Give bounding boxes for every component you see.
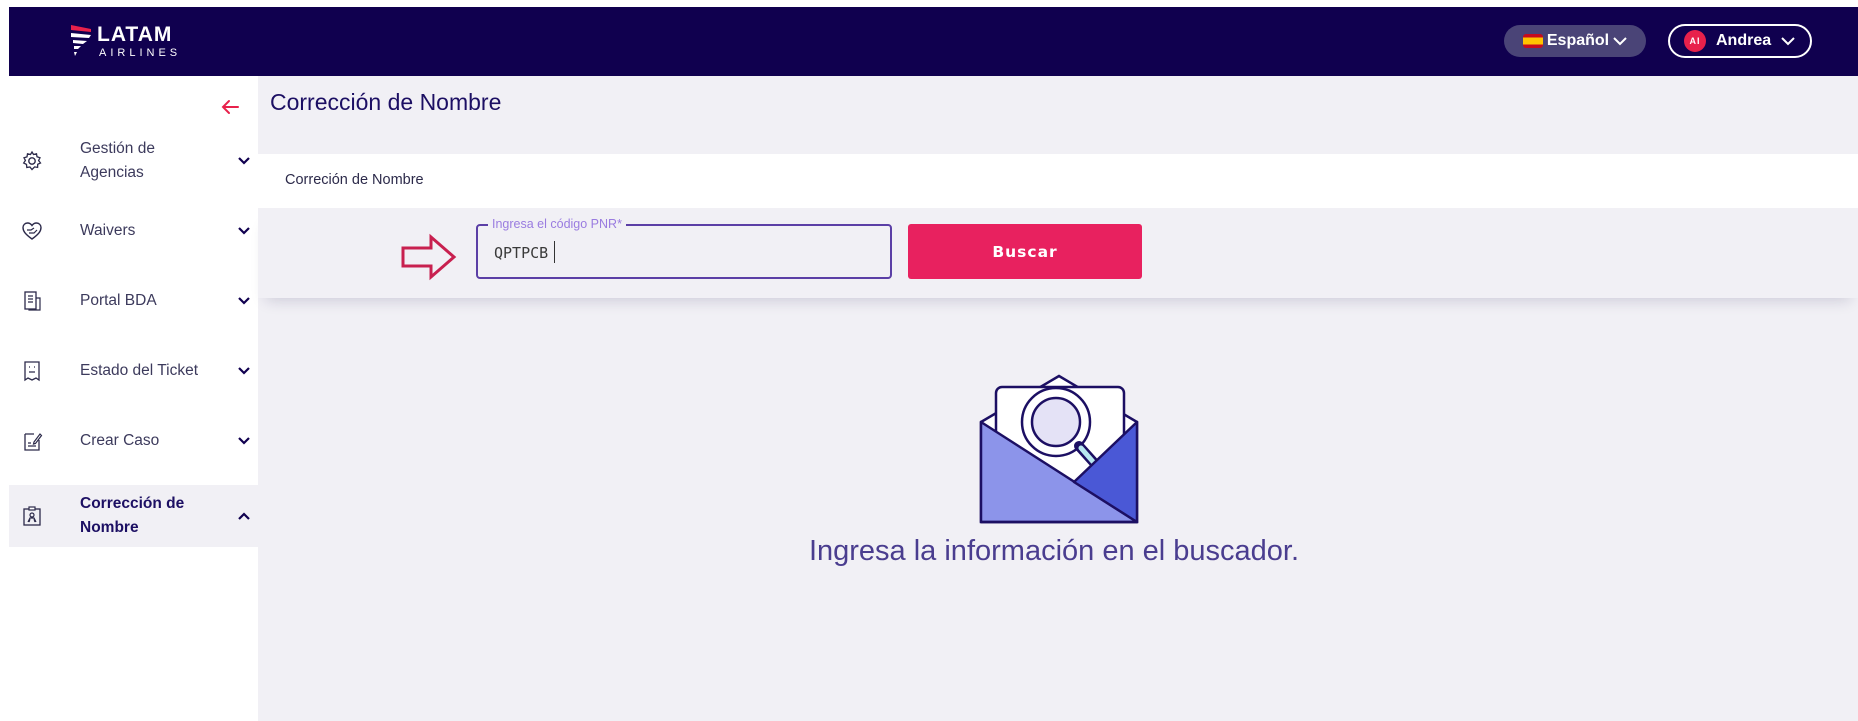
app-window: LATAM AIRLINES Español AI Andrea Gestión…	[9, 7, 1858, 721]
chevron-up-icon	[238, 512, 250, 520]
sidebar-item-label: Gestión de Agencias	[80, 140, 155, 181]
chevron-down-icon	[238, 297, 250, 305]
badge-person-icon	[23, 506, 41, 526]
logo-sub-text: AIRLINES	[99, 47, 182, 59]
page-title: Corrección de Nombre	[270, 89, 502, 115]
sidebar-item-label: Corrección de Nombre	[80, 495, 185, 536]
document-list-icon	[24, 291, 41, 311]
annotation-arrow-icon	[401, 233, 457, 281]
sidebar-item-label: Waivers	[80, 222, 136, 239]
logo-brand-text: LATAM	[97, 23, 173, 46]
sidebar-item-estado-ticket[interactable]: Estado del Ticket	[9, 340, 258, 402]
sidebar-item-portal-bda[interactable]: Portal BDA	[9, 270, 258, 332]
sidebar-item-correccion-nombre[interactable]: Corrección de Nombre	[9, 485, 258, 547]
empty-state-message: Ingresa la información en el buscador.	[808, 535, 1300, 567]
latam-logo-icon	[71, 25, 91, 56]
sidebar: Gestión de Agencias Waivers Portal BDA E…	[9, 76, 258, 721]
chevron-down-icon	[238, 157, 250, 165]
language-selector[interactable]: Español	[1504, 25, 1646, 57]
top-bar: LATAM AIRLINES Español AI Andrea	[9, 7, 1858, 76]
sidebar-item-label: Crear Caso	[80, 432, 160, 449]
pnr-field-label: Ingresa el código PNR*	[488, 217, 626, 231]
collapse-sidebar-arrow-icon[interactable]	[219, 96, 241, 118]
chevron-down-icon	[1613, 37, 1627, 46]
breadcrumb: Correción de Nombre	[258, 154, 1858, 208]
receipt-icon	[24, 361, 40, 382]
avatar: AI	[1684, 30, 1706, 52]
spain-flag-icon	[1522, 34, 1543, 48]
latam-logo[interactable]: LATAM AIRLINES	[69, 23, 199, 63]
chevron-down-icon	[238, 367, 250, 375]
user-menu-button[interactable]: AI Andrea	[1668, 24, 1812, 58]
breadcrumb-item[interactable]: Correción de Nombre	[285, 172, 424, 188]
sidebar-item-gestion-agencias[interactable]: Gestión de Agencias	[9, 130, 258, 192]
user-name: Andrea	[1716, 32, 1772, 49]
language-label: Español	[1546, 32, 1610, 49]
chevron-down-icon	[238, 437, 250, 445]
sidebar-item-label: Estado del Ticket	[80, 362, 199, 379]
sidebar-item-crear-caso[interactable]: Crear Caso	[9, 410, 258, 472]
pnr-field[interactable]: Ingresa el código PNR*	[476, 217, 892, 279]
clipboard-edit-icon	[24, 433, 43, 451]
pnr-input[interactable]	[492, 240, 876, 266]
gear-icon	[22, 150, 42, 171]
sidebar-item-waivers[interactable]: Waivers	[9, 200, 258, 262]
heart-hand-icon	[22, 222, 42, 240]
envelope-search-illustration	[979, 374, 1139, 524]
chevron-down-icon	[1781, 37, 1795, 46]
sidebar-item-label: Portal BDA	[80, 292, 157, 309]
search-button[interactable]: Buscar	[908, 224, 1142, 279]
text-cursor	[554, 241, 555, 263]
chevron-down-icon	[238, 227, 250, 235]
